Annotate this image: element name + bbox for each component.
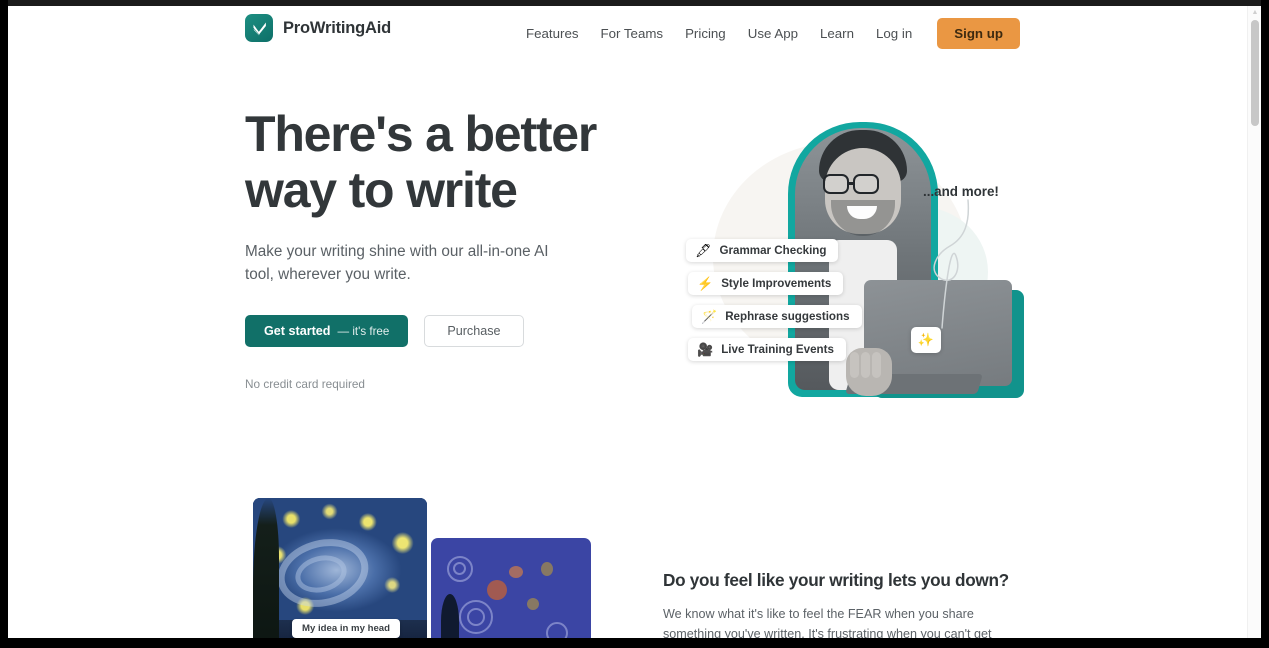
starry-night-painting — [253, 498, 427, 638]
plain-star-4 — [527, 598, 539, 610]
brand-logo-link[interactable]: ProWritingAid — [245, 14, 391, 42]
section2-body: We know what it's like to feel the FEAR … — [663, 607, 992, 638]
main-navigation: Features For Teams Pricing Use App Learn… — [515, 18, 1020, 49]
nav-link-log-in[interactable]: Log in — [865, 18, 923, 49]
get-started-button[interactable]: Get started — it's free — [245, 315, 409, 347]
browser-left-edge — [0, 0, 8, 648]
glasses-right-lens — [853, 174, 879, 194]
pill-rephrase-suggestions-label: Rephrase suggestions — [725, 310, 850, 323]
vertical-scrollbar[interactable]: ▲ — [1247, 6, 1261, 638]
browser-bottom-edge — [0, 638, 1269, 648]
plain-star-3 — [541, 562, 553, 576]
curly-pointer-line — [933, 199, 970, 329]
and-more-callout: ...and more! — [923, 184, 999, 199]
browser-window: ProWritingAid Features For Teams Pricing… — [0, 0, 1269, 648]
page-viewport: ProWritingAid Features For Teams Pricing… — [8, 6, 1261, 638]
hero-illustration: 🖋 Grammar Checking ⚡ Style Improvements … — [668, 112, 1038, 442]
pill-grammar-checking-label: Grammar Checking — [719, 244, 827, 257]
hero-copy: There's a better way to write Make your … — [245, 106, 625, 391]
finger-3 — [872, 352, 881, 378]
finger-2 — [861, 352, 870, 378]
prowritingaid-logo-icon — [245, 14, 273, 42]
nav-link-learn[interactable]: Learn — [809, 18, 865, 49]
browser-right-edge — [1261, 0, 1269, 648]
scrollbar-up-arrow-icon[interactable]: ▲ — [1251, 9, 1259, 17]
get-started-label: Get started — [264, 324, 331, 338]
pill-style-improvements: ⚡ Style Improvements — [688, 272, 844, 295]
nav-link-use-app[interactable]: Use App — [737, 18, 809, 49]
plain-swirl-4 — [467, 608, 485, 626]
hero-title: There's a better way to write — [245, 106, 597, 218]
plain-swirl-5 — [546, 622, 568, 638]
feature-pill-list: 🖋 Grammar Checking ⚡ Style Improvements … — [686, 239, 862, 371]
hero-section: There's a better way to write Make your … — [8, 62, 1247, 482]
quill-pen-icon: 🖋 — [695, 243, 712, 258]
section2-copy: Do you feel like your writing lets you d… — [663, 570, 1013, 638]
lightning-bolt-icon: ⚡ — [697, 276, 714, 291]
glasses-bridge — [849, 182, 855, 185]
brand-name: ProWritingAid — [283, 18, 392, 37]
nav-link-pricing[interactable]: Pricing — [674, 18, 737, 49]
hero-cta-group: Get started — it's free Purchase — [245, 315, 625, 347]
plain-star-1 — [509, 566, 523, 578]
magic-wand-icon: 🪄 — [701, 309, 718, 324]
glasses-left-lens — [823, 174, 849, 194]
no-credit-card-note: No credit card required — [245, 377, 365, 391]
scrollbar-thumb[interactable] — [1251, 20, 1259, 126]
hero-subtitle: Make your writing shine with our all-in-… — [245, 243, 549, 283]
starry-night-simplified — [431, 538, 591, 638]
pill-grammar-checking: 🖋 Grammar Checking — [686, 239, 839, 262]
plain-star-2 — [487, 580, 507, 600]
sparkle-icon: ✨ — [917, 332, 935, 347]
purchase-button[interactable]: Purchase — [424, 315, 524, 347]
pill-live-training-events: 🎥 Live Training Events — [688, 338, 846, 361]
pill-live-training-events-label: Live Training Events — [721, 343, 834, 356]
movie-camera-icon: 🎥 — [697, 342, 714, 357]
image-caption: My idea in my head — [292, 619, 400, 638]
nav-link-features[interactable]: Features — [515, 18, 589, 49]
writing-lets-you-down-section: My idea in my head Do you feel like your… — [8, 482, 1247, 638]
plain-swirl-2 — [453, 562, 466, 575]
section2-title: Do you feel like your writing lets you d… — [663, 570, 1009, 590]
site-header: ProWritingAid Features For Teams Pricing… — [8, 6, 1247, 62]
page-content: ProWritingAid Features For Teams Pricing… — [8, 6, 1247, 638]
starry-night-illustration: My idea in my head — [245, 498, 595, 638]
get-started-suffix: — it's free — [337, 324, 390, 338]
sign-up-button[interactable]: Sign up — [937, 18, 1020, 49]
nav-link-for-teams[interactable]: For Teams — [590, 18, 675, 49]
pill-style-improvements-label: Style Improvements — [721, 277, 832, 290]
plain-cypress-tree — [441, 594, 459, 638]
sparkle-badge: ✨ — [911, 327, 941, 353]
pill-rephrase-suggestions: 🪄 Rephrase suggestions — [692, 305, 862, 328]
